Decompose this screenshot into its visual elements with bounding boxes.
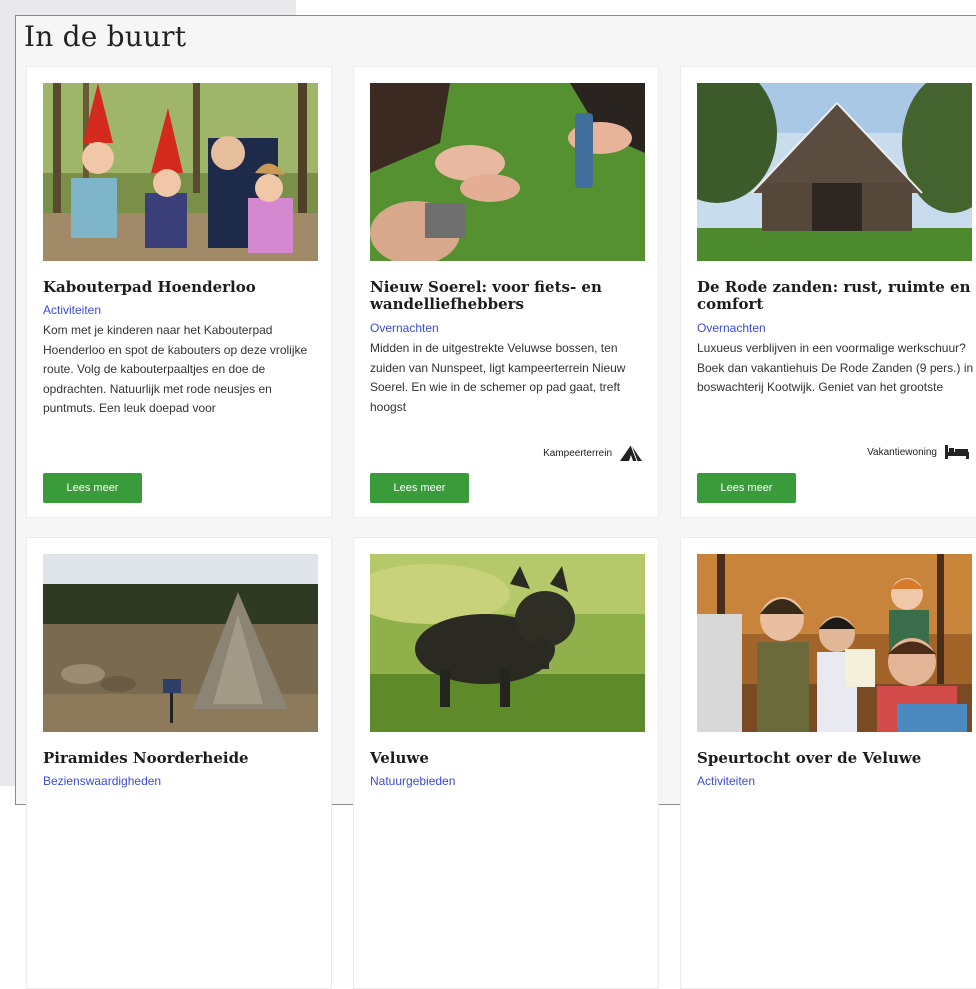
card-description: Midden in de uitgestrekte Veluwse bossen… [370, 341, 626, 414]
accommodation-tag: Kampeerterrein [543, 445, 642, 461]
tent-icon [620, 445, 642, 461]
card-nieuw-soerel: Nieuw Soerel: voor fiets- en wandelliefh… [353, 66, 659, 518]
card-description: Kom met je kinderen naar het Kabouterpad… [43, 323, 308, 415]
card-veluwe: Veluwe Natuurgebieden [353, 537, 659, 989]
children-in-forest-photo[interactable] [697, 554, 972, 732]
card-title[interactable]: Kabouterpad Hoenderloo [43, 279, 321, 296]
wild-boar-photo[interactable] [370, 554, 645, 732]
accommodation-tag: Vakantiewoning [867, 445, 969, 459]
tag-label: Vakantiewoning [867, 446, 937, 458]
card-rode-zanden: De Rode zanden: rust, ruimte en comfort … [680, 66, 976, 518]
stone-pyramid-photo[interactable] [43, 554, 318, 732]
card-speurtocht: Speurtocht over de Veluwe Activiteiten [680, 537, 976, 989]
card-title[interactable]: De Rode zanden: rust, ruimte en comfort [697, 279, 975, 313]
card-title[interactable]: Speurtocht over de Veluwe [697, 750, 975, 767]
read-more-button[interactable]: Lees meer [370, 473, 469, 503]
read-more-button[interactable]: Lees meer [43, 473, 142, 503]
section-title: In de buurt [24, 20, 187, 53]
category-link[interactable]: Overnachten [370, 321, 439, 335]
card-title[interactable]: Veluwe [370, 750, 648, 767]
nearby-panel: In de buurt Kabouterpad Hoenderloo Activ… [15, 15, 976, 989]
tag-label: Kampeerterrein [543, 447, 612, 459]
hands-on-grass-photo[interactable] [370, 83, 645, 261]
card-title[interactable]: Piramides Noorderheide [43, 750, 321, 767]
bed-icon [945, 445, 969, 459]
card-title[interactable]: Nieuw Soerel: voor fiets- en wandelliefh… [370, 279, 648, 313]
children-with-gnome-hats-photo[interactable] [43, 83, 318, 261]
wooden-barn-photo[interactable] [697, 83, 972, 261]
read-more-button[interactable]: Lees meer [697, 473, 796, 503]
card-description: Luxueus verblijven in een voormalige wer… [697, 341, 974, 394]
category-link[interactable]: Overnachten [697, 321, 766, 335]
card-piramides: Piramides Noorderheide Bezienswaardighed… [26, 537, 332, 989]
category-link[interactable]: Activiteiten [43, 303, 101, 317]
card-kabouterpad: Kabouterpad Hoenderloo Activiteiten Kom … [26, 66, 332, 518]
